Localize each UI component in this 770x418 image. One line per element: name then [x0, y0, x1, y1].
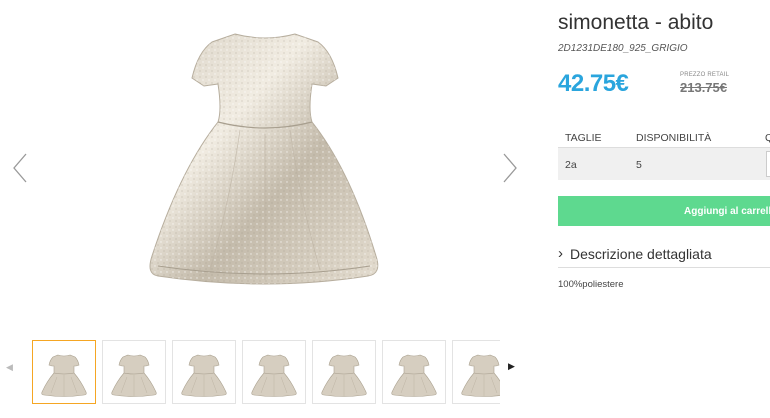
thumbnail-5[interactable]	[312, 340, 376, 404]
product-sku: 2D1231DE180_925_GRIGIO	[558, 43, 688, 54]
thumbnail-6[interactable]	[382, 340, 446, 404]
dress-thumbnail	[391, 354, 437, 397]
size-column-header: TAGLIE	[565, 132, 602, 144]
dress-thumbnail	[181, 354, 227, 397]
dress-thumbnail	[461, 354, 500, 397]
availability-value: 5	[636, 159, 642, 171]
description-title: Descrizione dettagliata	[570, 246, 712, 262]
add-to-cart-label: Aggiungi al carrello	[684, 206, 770, 217]
dress-thumbnail	[251, 354, 297, 397]
main-product-image	[149, 33, 379, 285]
chevron-right-icon	[503, 153, 517, 183]
description-text: 100%poliestere	[558, 279, 624, 290]
thumbnail-strip: ◀ ▶	[0, 338, 530, 408]
thumbnail-list	[30, 338, 500, 408]
retail-price-label: PREZZO RETAIL	[680, 72, 730, 78]
description-divider	[558, 267, 770, 268]
retail-price: 213.75€	[680, 80, 727, 95]
availability-column-header: DISPONIBILITÀ	[636, 132, 712, 144]
thumbnail-scroll-left-icon[interactable]: ◀	[6, 362, 13, 373]
dress-thumbnail	[41, 354, 87, 397]
table-row: 2a 5	[558, 148, 770, 180]
next-image-button[interactable]	[498, 148, 522, 188]
thumbnail-3[interactable]	[172, 340, 236, 404]
chevron-right-icon: ›	[558, 245, 563, 262]
product-price: 42.75€	[558, 70, 629, 97]
thumbnail-2[interactable]	[102, 340, 166, 404]
quantity-column-header: Q	[765, 132, 770, 144]
dress-thumbnail	[111, 354, 157, 397]
product-gallery: ◀ ▶	[0, 0, 530, 418]
product-title: simonetta - abito	[558, 11, 714, 34]
thumbnail-7[interactable]	[452, 340, 500, 404]
product-info: simonetta - abito 2D1231DE180_925_GRIGIO…	[558, 0, 770, 418]
add-to-cart-button[interactable]: Aggiungi al carrello	[558, 196, 770, 226]
dress-thumbnail	[321, 354, 367, 397]
quantity-input[interactable]	[766, 151, 770, 177]
previous-image-button[interactable]	[8, 148, 32, 188]
thumbnail-scroll-right-icon[interactable]: ▶	[508, 361, 515, 372]
description-toggle[interactable]: › Descrizione dettagliata	[558, 244, 770, 266]
size-value: 2a	[565, 159, 577, 171]
thumbnail-1[interactable]	[32, 340, 96, 404]
chevron-left-icon	[13, 153, 27, 183]
thumbnail-4[interactable]	[242, 340, 306, 404]
